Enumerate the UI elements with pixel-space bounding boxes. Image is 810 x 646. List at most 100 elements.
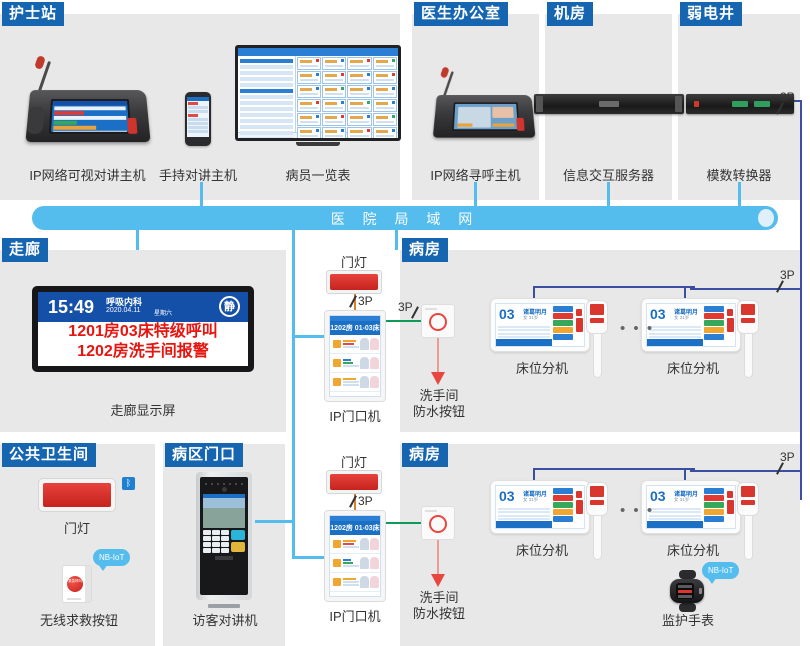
restroom-waterproof-button-bottom[interactable] bbox=[421, 506, 455, 540]
call-ring-icon bbox=[429, 313, 447, 332]
bedside-details bbox=[649, 506, 701, 522]
port-block-right bbox=[754, 101, 770, 107]
ip-paging-master[interactable] bbox=[430, 66, 537, 138]
door-lamp-shell bbox=[38, 478, 116, 512]
port-label-doorlamp-bottom: 3P bbox=[358, 494, 373, 508]
ip-door-station-top[interactable]: 1202房 01-03床 bbox=[324, 310, 386, 402]
action-keys[interactable] bbox=[231, 530, 245, 553]
caption-door-lamp-restroom: 门灯 bbox=[63, 521, 90, 536]
pull-cord-handle-top[interactable] bbox=[431, 372, 445, 385]
bed-number: 03 bbox=[650, 488, 666, 504]
visitor-intercom[interactable] bbox=[196, 472, 252, 608]
bedside-tabbar[interactable] bbox=[647, 521, 703, 528]
call-key[interactable] bbox=[231, 530, 245, 540]
bedside-function-keys[interactable] bbox=[552, 304, 574, 346]
pear-cancel-key[interactable] bbox=[741, 500, 755, 505]
avatar bbox=[370, 538, 379, 550]
pear-call-key[interactable] bbox=[741, 304, 755, 315]
wireless-sos-button[interactable]: 紧急呼叫 bbox=[62, 565, 92, 603]
bedside-function-keys[interactable] bbox=[703, 304, 725, 346]
patient-info bbox=[343, 339, 359, 349]
patient-meta: 女 31岁 bbox=[523, 315, 539, 320]
emergency-key[interactable] bbox=[516, 117, 525, 131]
caption-restroom-button-top: 洗手间 防水按钮 bbox=[404, 388, 474, 421]
label-door-lamp-bottom: 门灯 bbox=[340, 455, 367, 470]
pear-cancel-key[interactable] bbox=[590, 500, 604, 505]
numeric-keypad[interactable] bbox=[203, 530, 229, 553]
restroom-waterproof-button-top[interactable] bbox=[421, 304, 455, 338]
caption-monitoring-watch: 监护手表 bbox=[661, 613, 714, 628]
caption-corridor-display: 走廊显示屏 bbox=[110, 403, 176, 418]
link-lan-to-entrance bbox=[292, 520, 295, 558]
bedside-main: 03 诸葛明月 女 31岁 bbox=[647, 304, 703, 346]
pear-head bbox=[586, 300, 608, 334]
bedside-tabbar[interactable] bbox=[496, 339, 552, 346]
wbtn-brand bbox=[425, 510, 437, 512]
emergency-key[interactable] bbox=[127, 117, 138, 134]
badge-ward-entrance: 病区门口 bbox=[165, 443, 244, 467]
pear-push-button-bottom-1[interactable] bbox=[586, 482, 608, 560]
door-lamp-top bbox=[326, 270, 382, 294]
caption-restroom-button-bottom: 洗手间 防水按钮 bbox=[404, 590, 474, 623]
visitor-keypad-area[interactable] bbox=[203, 530, 245, 553]
bed-number-chip bbox=[333, 578, 341, 586]
bedside-indicator-rail bbox=[725, 486, 735, 528]
restroom-label-line1: 洗手间 bbox=[419, 590, 459, 605]
speaker-grille-icon bbox=[208, 604, 240, 608]
pear-cancel-key[interactable] bbox=[590, 318, 604, 323]
sos-brand bbox=[67, 598, 81, 600]
pear-push-button-top-2[interactable] bbox=[737, 300, 759, 378]
bed-number: 03 bbox=[650, 306, 666, 322]
corridor-clock: 15:49 bbox=[48, 297, 95, 317]
pear-call-key[interactable] bbox=[590, 486, 604, 497]
bus-3p-ward-top bbox=[533, 286, 695, 288]
bedside-screen: 03 诸葛明月 女 31岁 bbox=[646, 303, 736, 347]
link-green-restroom-bottom bbox=[386, 522, 422, 524]
pear-push-button-top-1[interactable] bbox=[586, 300, 608, 378]
pear-stem bbox=[743, 516, 753, 560]
bedside-tabbar[interactable] bbox=[496, 521, 552, 528]
watch-face[interactable] bbox=[670, 579, 704, 603]
pear-head bbox=[737, 482, 759, 516]
ip-door-patient-row bbox=[330, 535, 380, 554]
link-doctor-to-lan bbox=[474, 182, 477, 208]
bedside-tabbar[interactable] bbox=[647, 339, 703, 346]
caption-analog-digital-converter: 模数转换器 bbox=[706, 168, 772, 183]
avatar bbox=[370, 357, 379, 369]
restroom-label-line1: 洗手间 bbox=[419, 388, 459, 403]
unlock-key[interactable] bbox=[231, 542, 245, 552]
patient-meta: 女 31岁 bbox=[674, 497, 690, 502]
watch-band-top bbox=[678, 570, 696, 579]
caption-ip-door-station-bottom: IP门口机 bbox=[329, 609, 381, 624]
pull-cord-handle-bottom[interactable] bbox=[431, 574, 445, 587]
bedside-details bbox=[498, 324, 550, 340]
sos-press-button[interactable]: 紧急呼叫 bbox=[67, 576, 83, 592]
bedside-case: 03 诸葛明月 女 31岁 bbox=[641, 298, 741, 352]
avatar bbox=[370, 557, 379, 569]
bedside-case: 03 诸葛明月 女 31岁 bbox=[490, 480, 590, 534]
pull-cord-top[interactable] bbox=[437, 338, 439, 374]
hospital-lan-bar: 医 院 局 域 网 bbox=[32, 206, 778, 230]
pear-call-key[interactable] bbox=[741, 486, 755, 497]
bedside-screen: 03 诸葛明月 女 31岁 bbox=[646, 485, 736, 529]
pull-cord-bottom[interactable] bbox=[437, 540, 439, 576]
bluetooth-icon: ᛒ bbox=[122, 477, 135, 490]
link-green-restroom-top bbox=[386, 320, 422, 322]
pear-push-button-bottom-2[interactable] bbox=[737, 482, 759, 560]
ip-video-intercom-master[interactable] bbox=[22, 55, 152, 143]
pear-call-key[interactable] bbox=[590, 304, 604, 315]
bedside-case: 03 诸葛明月 女 31岁 bbox=[641, 480, 741, 534]
sos-button-text: 紧急呼叫 bbox=[68, 579, 82, 583]
console-body bbox=[25, 90, 151, 143]
pear-cancel-key[interactable] bbox=[741, 318, 755, 323]
ip-door-station-bottom[interactable]: 1202房 01-03床 bbox=[324, 510, 386, 602]
handheld-intercom-master[interactable] bbox=[185, 92, 211, 146]
bedside-function-keys[interactable] bbox=[552, 486, 574, 528]
patient-info bbox=[343, 558, 359, 568]
information-exchange-server bbox=[534, 94, 684, 116]
patient-info bbox=[343, 358, 359, 368]
watch-crown-icon[interactable] bbox=[699, 588, 702, 594]
visitor-titlebar bbox=[203, 494, 245, 498]
bedside-function-keys[interactable] bbox=[703, 486, 725, 528]
corridor-bezel: 15:49 呼吸内科 2020.04.11 星期六 静 1201房03床特级呼叫… bbox=[32, 286, 254, 372]
